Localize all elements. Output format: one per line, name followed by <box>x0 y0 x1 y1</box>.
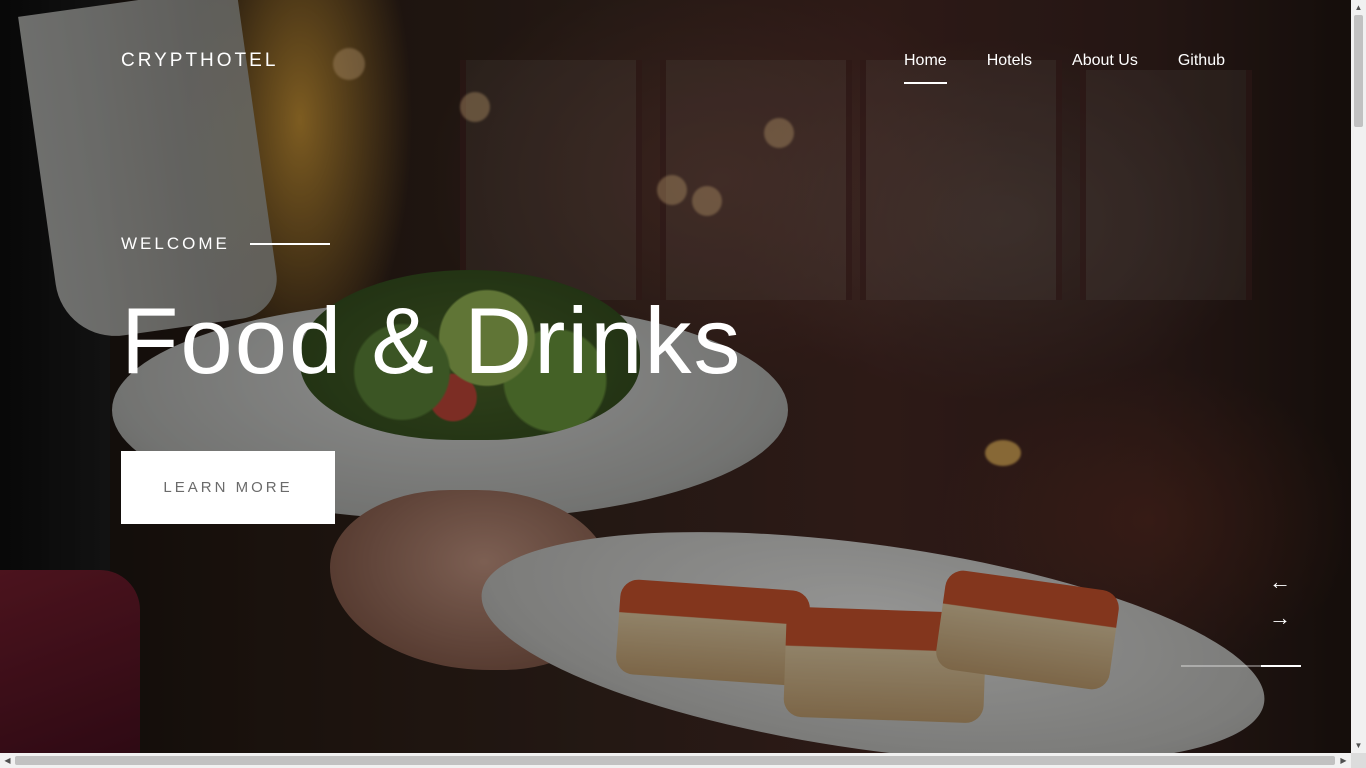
nav-item-about-us[interactable]: About Us <box>1072 52 1138 84</box>
arrow-left-icon[interactable]: ← <box>1268 570 1292 594</box>
vertical-scroll-thumb[interactable] <box>1354 15 1363 127</box>
nav-item-home[interactable]: Home <box>904 52 947 84</box>
scroll-right-icon[interactable]: ▶ <box>1336 753 1351 768</box>
scroll-down-icon[interactable]: ▼ <box>1351 738 1366 753</box>
slide-progress <box>1181 665 1301 667</box>
welcome-text: WELCOME <box>121 234 230 253</box>
scroll-up-icon[interactable]: ▲ <box>1351 0 1366 15</box>
learn-more-button[interactable]: LEARN MORE <box>121 451 335 524</box>
arrow-right-icon[interactable]: → <box>1268 606 1292 630</box>
scroll-left-icon[interactable]: ◀ <box>0 753 15 768</box>
horizontal-scrollbar[interactable]: ◀ ▶ <box>0 753 1351 768</box>
hero-title: Food & Drinks <box>121 288 743 393</box>
nav-item-hotels[interactable]: Hotels <box>987 52 1032 84</box>
eyebrow-divider <box>249 243 330 245</box>
scrollbar-corner <box>1351 753 1366 768</box>
slide-progress-fill <box>1261 665 1301 667</box>
horizontal-scroll-thumb[interactable] <box>15 756 1335 765</box>
nav-item-github[interactable]: Github <box>1178 52 1225 84</box>
site-logo[interactable]: CRYPTHOTEL <box>121 50 278 72</box>
hero-eyebrow: WELCOME <box>121 234 330 254</box>
vertical-scrollbar[interactable]: ▲ ▼ <box>1351 0 1366 753</box>
main-nav: Home Hotels About Us Github <box>904 52 1225 84</box>
